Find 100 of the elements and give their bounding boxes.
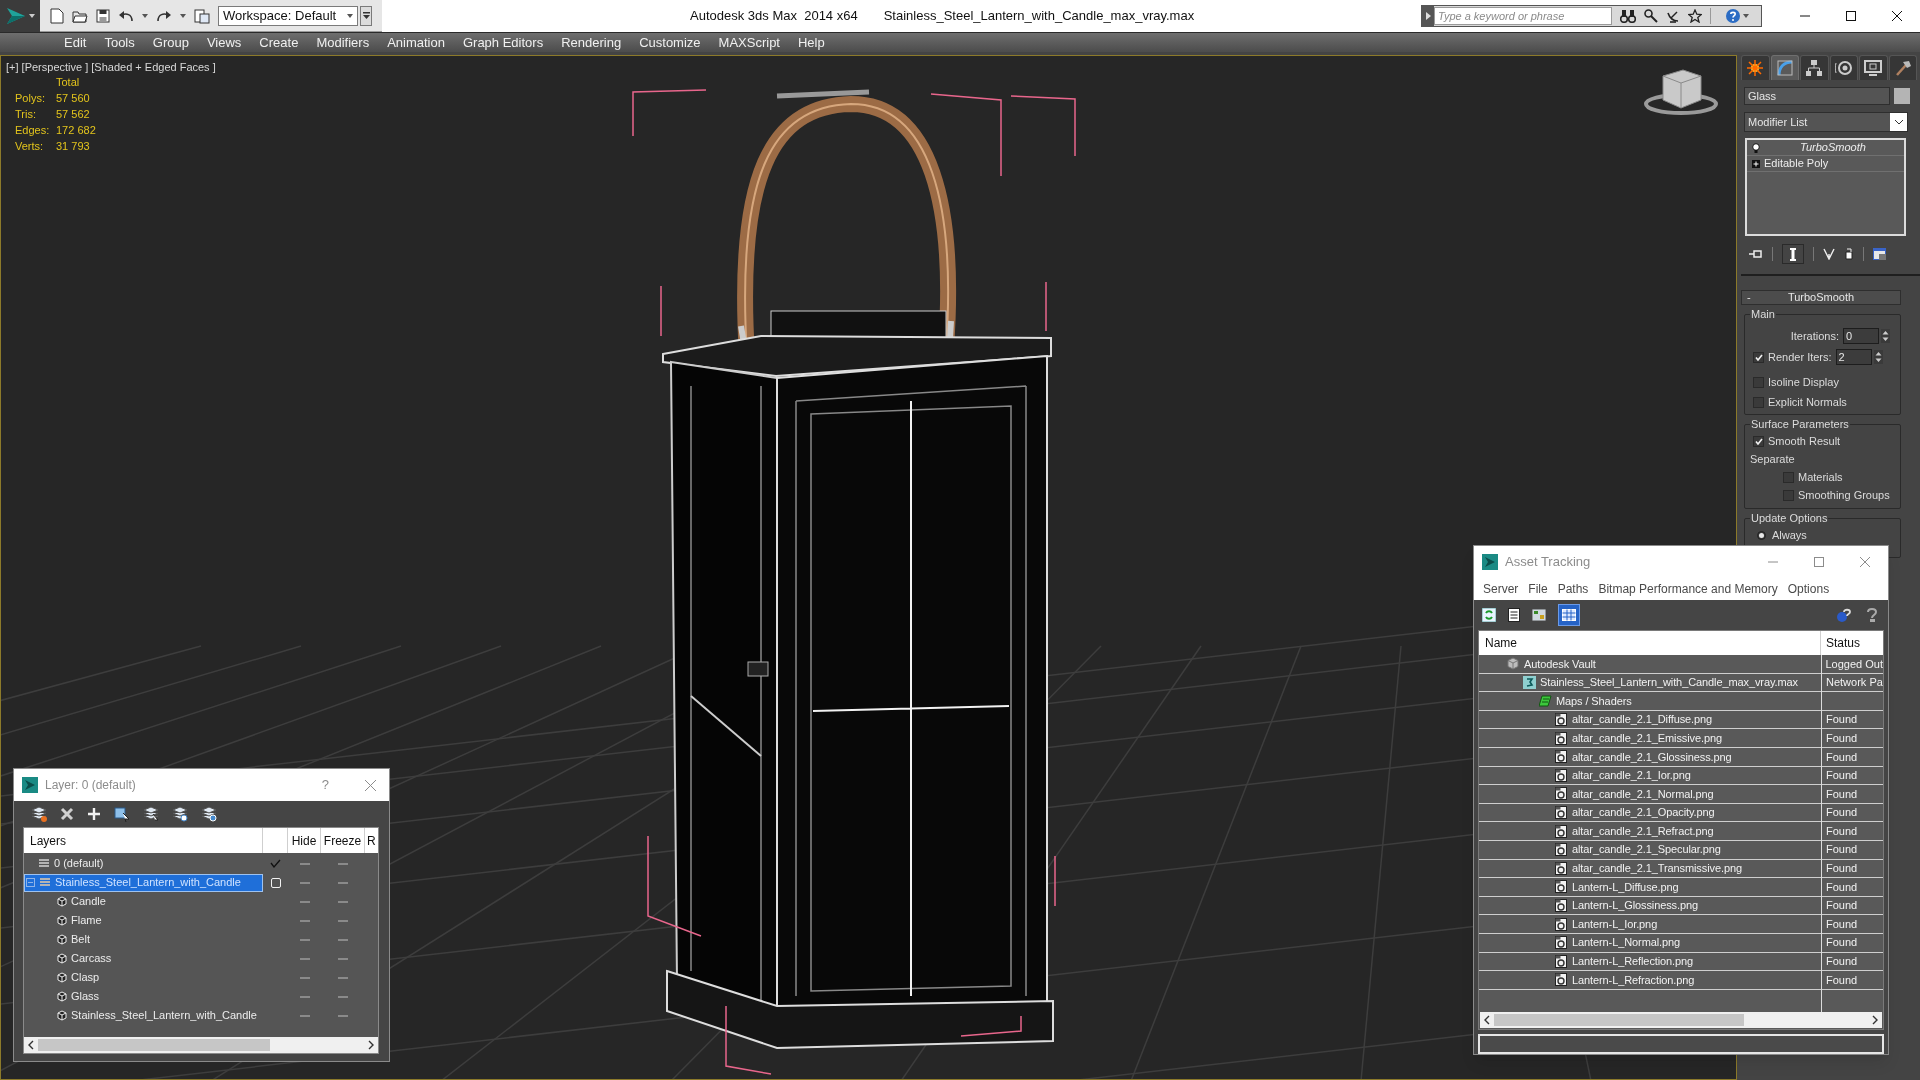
asset-name[interactable]: altar_candle_2.1_Glossiness.png [1572, 748, 1732, 765]
workspace-dropdown[interactable]: Workspace: Default [218, 5, 358, 26]
asset-name[interactable]: altar_candle_2.1_Ior.png [1572, 767, 1691, 784]
menu-item[interactable]: Rendering [553, 32, 630, 53]
asset-name[interactable]: altar_candle_2.1_Specular.png [1572, 841, 1721, 858]
highlight-layer-icon[interactable] [172, 806, 188, 822]
viewcube-icon[interactable] [1644, 69, 1718, 115]
asset-name[interactable]: altar_candle_2.1_Normal.png [1572, 785, 1714, 803]
menu-item[interactable]: Modifiers [308, 32, 378, 53]
toggle-dash[interactable] [299, 957, 310, 960]
toggle-dash[interactable] [299, 919, 310, 922]
satellite-dish-icon[interactable] [1666, 9, 1680, 23]
select-objects-icon[interactable] [114, 806, 130, 822]
layer-row[interactable]: Stainless_Steel_Lantern_with_Candle [24, 873, 263, 892]
column-header[interactable]: Layers [24, 828, 263, 853]
modify-tab[interactable] [1770, 55, 1799, 80]
asset-name[interactable]: Lantern-L_Refraction.png [1572, 971, 1695, 989]
delete-icon[interactable] [60, 807, 74, 821]
toggle-dash[interactable] [338, 976, 348, 979]
spinner-arrows-icon[interactable] [1873, 350, 1883, 364]
scrollbar-thumb[interactable] [1494, 1014, 1744, 1026]
object-color-swatch[interactable] [1894, 88, 1910, 104]
modifier-stack-item[interactable]: TurboSmooth [1747, 140, 1904, 156]
menu-item[interactable]: Help [790, 32, 833, 53]
toggle-dash[interactable] [299, 1014, 310, 1017]
checkbox[interactable] [1783, 472, 1794, 483]
thumbnail-view-icon[interactable] [1532, 609, 1546, 621]
object-name[interactable]: Flame [71, 912, 102, 929]
scrollbar-thumb[interactable] [38, 1039, 270, 1051]
asset-name[interactable]: altar_candle_2.1_Refract.png [1572, 822, 1714, 840]
asset-name[interactable]: altar_candle_2.1_Diffuse.png [1572, 711, 1713, 728]
checkbox[interactable] [1753, 435, 1764, 447]
toggle-dash[interactable] [338, 995, 348, 998]
path-field[interactable] [1478, 1034, 1884, 1054]
asset-name[interactable]: Lantern-L_Ior.png [1572, 915, 1658, 933]
toggle-dash[interactable] [299, 938, 310, 941]
menu-item[interactable]: Tools [96, 32, 143, 53]
motion-tab[interactable] [1829, 55, 1858, 80]
asset-name[interactable]: Lantern-L_Reflection.png [1572, 953, 1694, 970]
object-name[interactable]: Glass [71, 988, 100, 1005]
menu-item[interactable]: Group [144, 32, 197, 53]
toggle-dash[interactable] [338, 900, 348, 903]
toggle-dash[interactable] [299, 976, 310, 979]
object-name[interactable]: Carcass [71, 950, 112, 967]
binoculars-icon[interactable] [1620, 9, 1636, 23]
new-layer-icon[interactable] [31, 806, 47, 822]
close-button[interactable] [363, 778, 377, 792]
list-view-icon[interactable] [1508, 608, 1520, 622]
rollout-header[interactable]: - TurboSmooth [1741, 290, 1901, 305]
asset-name[interactable]: Maps / Shaders [1556, 692, 1632, 710]
caret-icon[interactable] [180, 13, 186, 18]
spinner-arrows-icon[interactable] [1881, 329, 1890, 343]
toggle-dash[interactable] [338, 919, 348, 922]
object-name-field[interactable]: Glass [1744, 87, 1890, 105]
menu-item[interactable]: Customize [631, 32, 709, 53]
column-header[interactable]: Hide [288, 828, 321, 853]
table-view-button[interactable] [1558, 604, 1580, 626]
asset-name[interactable]: Lantern-L_Diffuse.png [1572, 878, 1679, 896]
current-layer-checkmark-icon[interactable] [270, 859, 281, 868]
menu-item[interactable]: File [1524, 580, 1552, 598]
show-end-result-button[interactable] [1782, 244, 1804, 264]
save-icon[interactable] [96, 8, 110, 23]
help-button[interactable]: ? [321, 775, 329, 795]
undo-icon[interactable] [118, 9, 134, 22]
modifier-list-dropdown[interactable]: Modifier List [1744, 112, 1908, 132]
menu-item[interactable]: Animation [379, 32, 453, 53]
checkbox[interactable] [1783, 490, 1794, 501]
column-header[interactable]: Status [1821, 631, 1883, 655]
menu-item[interactable]: Views [198, 32, 250, 53]
hierarchy-tab[interactable] [1800, 55, 1829, 80]
spinner-field[interactable]: 0 [1843, 328, 1879, 344]
new-file-icon[interactable] [50, 7, 64, 24]
modifier-stack-item[interactable]: Editable Poly [1747, 156, 1904, 172]
object-name[interactable]: Clasp [71, 969, 100, 986]
checkbox[interactable] [1753, 351, 1764, 363]
toggle-dash[interactable] [299, 881, 310, 884]
caret-icon[interactable] [142, 13, 148, 18]
horizontal-scrollbar[interactable] [1480, 1012, 1882, 1028]
remove-modifier-icon[interactable] [1844, 248, 1854, 260]
toggle-dash[interactable] [299, 862, 310, 865]
add-icon[interactable] [87, 807, 101, 821]
utilities-tab[interactable] [1888, 55, 1917, 80]
menu-item[interactable]: Paths [1553, 580, 1593, 598]
expand-button[interactable] [1422, 6, 1434, 26]
toggle-dash[interactable] [338, 1014, 348, 1017]
menu-item[interactable]: Server [1479, 580, 1523, 598]
menu-item[interactable]: Edit [56, 32, 95, 53]
checkbox[interactable] [1753, 376, 1764, 388]
app-menu-button[interactable] [0, 0, 40, 32]
help-icon[interactable] [1836, 607, 1852, 623]
object-name[interactable]: Belt [71, 931, 90, 948]
asset-name[interactable]: Lantern-L_Normal.png [1572, 934, 1681, 951]
menu-item[interactable]: Graph Editors [454, 32, 552, 53]
make-unique-icon[interactable] [1823, 248, 1835, 260]
spinner-field[interactable]: 2 [1835, 349, 1872, 365]
toggle-dash[interactable] [338, 862, 348, 865]
object-name[interactable]: Stainless_Steel_Lantern_with_Candle [71, 1007, 257, 1024]
toggle-dash[interactable] [338, 938, 348, 941]
menu-item[interactable]: Options [1783, 580, 1834, 598]
collapse-sign[interactable]: - [1742, 289, 1762, 306]
